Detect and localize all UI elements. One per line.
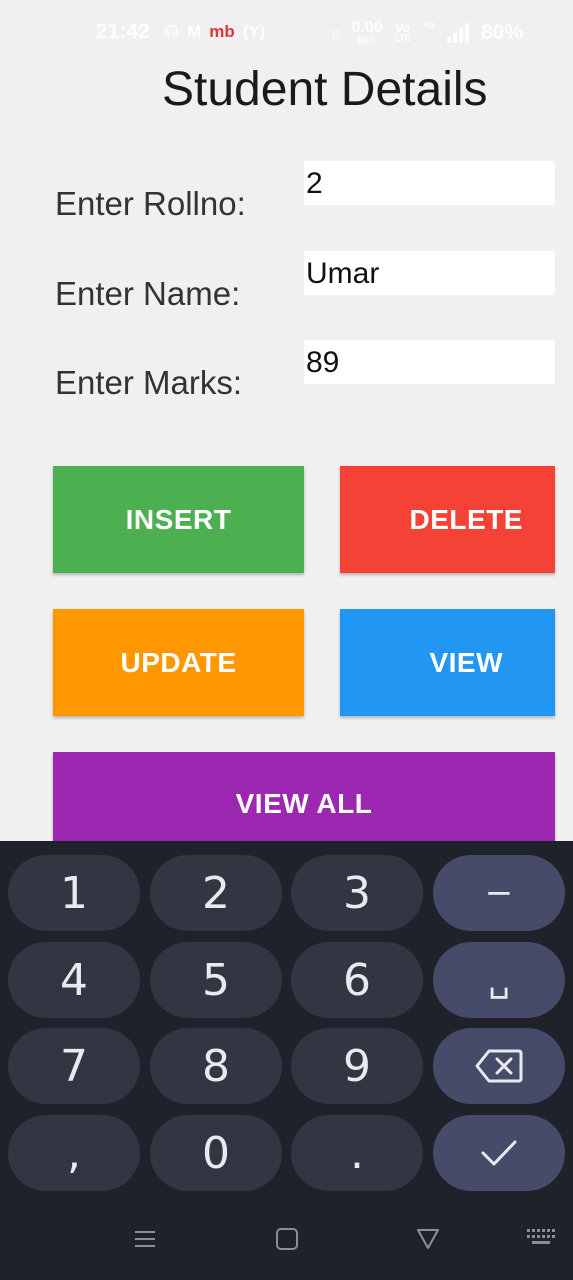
gmail-icon: M [187, 22, 202, 41]
net-speed: 0.00 KB/S [351, 20, 382, 46]
view-button[interactable]: VIEW [340, 609, 555, 716]
battery-level: 80% [480, 21, 523, 44]
key-6[interactable]: 6 [291, 942, 423, 1018]
status-system-icons: ▯ 0.00 KB/S Vo LTE 4G 80% [332, 20, 523, 46]
insert-button[interactable]: INSERT [53, 466, 304, 573]
status-time: 21:42 [96, 20, 150, 43]
status-bar: 21:42 ☊ M mb (Y) ▯ 0.00 KB/S Vo LTE 4G 8… [0, 0, 573, 66]
missed-call-icon: ☊ [164, 22, 180, 41]
signal-bars-icon [446, 23, 469, 43]
key-comma[interactable]: , [8, 1115, 140, 1191]
backspace-icon [475, 1049, 523, 1083]
name-label: Enter Name: [55, 275, 241, 312]
rollno-input[interactable]: 2 [304, 161, 555, 205]
carrier-label: mb [209, 22, 235, 41]
key-period[interactable]: . [291, 1115, 423, 1191]
key-space[interactable]: ␣ [433, 942, 565, 1018]
key-4[interactable]: 4 [8, 942, 140, 1018]
key-0[interactable]: 0 [150, 1115, 282, 1191]
home-icon[interactable] [275, 1226, 299, 1258]
vibrate-icon: ▯ [331, 24, 340, 41]
name-input[interactable]: Umar [304, 251, 555, 295]
keyboard-icon[interactable] [527, 1226, 555, 1258]
key-8[interactable]: 8 [150, 1028, 282, 1104]
signal-y-icon: (Y) [242, 22, 266, 41]
volte-top: Vo [395, 21, 410, 35]
key-3[interactable]: 3 [291, 855, 423, 931]
delete-button[interactable]: DELETE [340, 466, 555, 573]
menu-icon[interactable] [133, 1226, 157, 1258]
rollno-label: Enter Rollno: [55, 185, 246, 222]
status-notification-icons: ☊ M mb (Y) [164, 22, 265, 42]
marks-input[interactable]: 89 [304, 340, 555, 384]
key-done[interactable] [433, 1115, 565, 1191]
page-title: Student Details [162, 63, 488, 116]
key-9[interactable]: 9 [291, 1028, 423, 1104]
key-5[interactable]: 5 [150, 942, 282, 1018]
net-speed-unit: KB/S [357, 36, 377, 45]
key-7[interactable]: 7 [8, 1028, 140, 1104]
key-minus[interactable]: − [433, 855, 565, 931]
marks-label: Enter Marks: [55, 364, 243, 401]
network-type: 4G [422, 20, 435, 30]
navigation-bar [0, 1200, 573, 1280]
update-button[interactable]: UPDATE [53, 609, 304, 716]
back-icon[interactable] [416, 1226, 440, 1258]
net-speed-value: 0.00 [351, 19, 383, 36]
key-1[interactable]: 1 [8, 855, 140, 931]
key-2[interactable]: 2 [150, 855, 282, 931]
volte-bottom: LTE [394, 33, 411, 43]
checkmark-icon [481, 1140, 517, 1166]
key-backspace[interactable] [433, 1028, 565, 1104]
volte-indicator: Vo LTE [394, 21, 411, 43]
